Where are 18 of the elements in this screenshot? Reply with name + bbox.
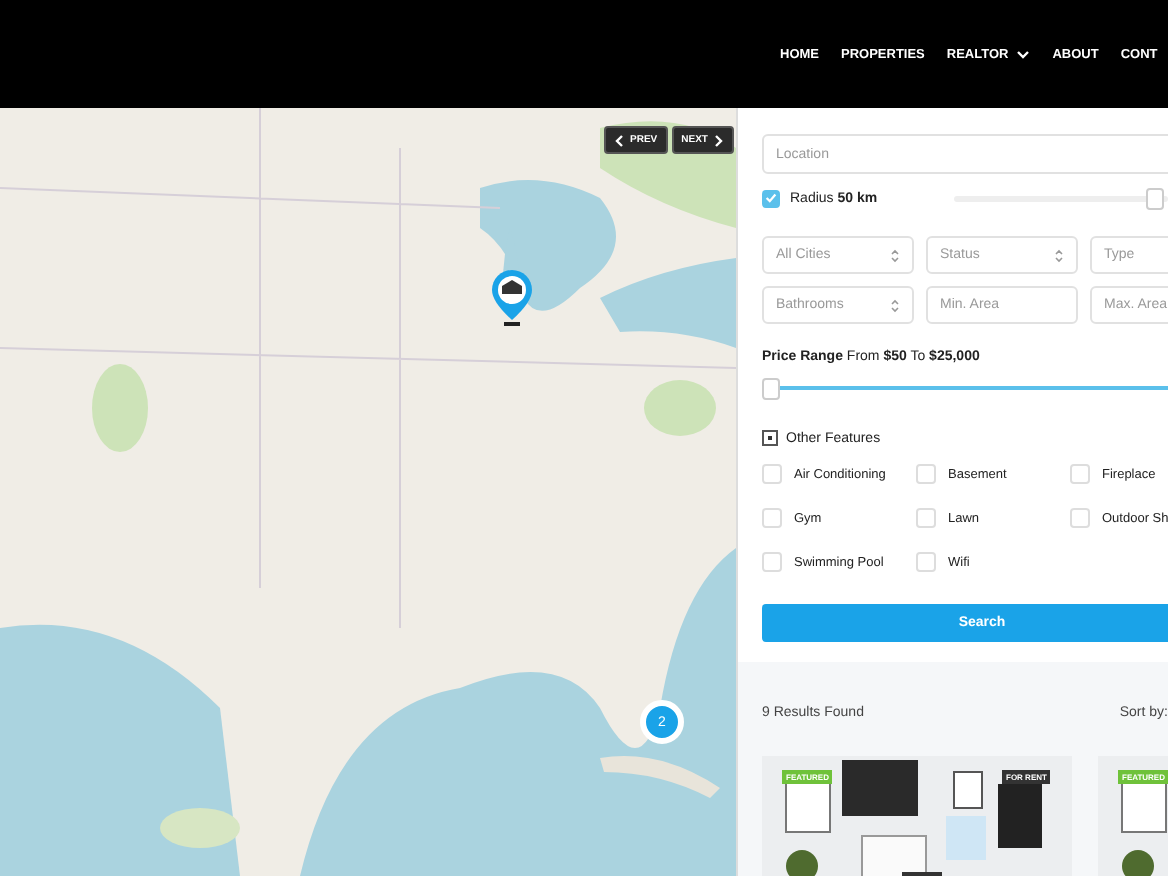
checkbox[interactable]: [762, 508, 782, 528]
checkbox[interactable]: [916, 508, 936, 528]
checkbox[interactable]: [1070, 508, 1090, 528]
checkbox[interactable]: [762, 552, 782, 572]
sort-arrows-icon: [1054, 247, 1064, 263]
sort-arrows-icon: [890, 297, 900, 313]
checkbox[interactable]: [762, 189, 780, 207]
collapse-icon[interactable]: [762, 430, 778, 446]
slider-thumb[interactable]: [1145, 187, 1163, 209]
chevron-left-icon: [614, 133, 624, 147]
checkbox[interactable]: [762, 464, 782, 484]
checkbox[interactable]: [916, 464, 936, 484]
checkbox[interactable]: [1070, 464, 1090, 484]
checkbox[interactable]: [916, 552, 936, 572]
chevron-right-icon: [713, 133, 724, 147]
slider-thumb[interactable]: [762, 378, 780, 400]
sort-arrows-icon: [890, 247, 900, 263]
map-marker-icon[interactable]: [490, 268, 534, 328]
